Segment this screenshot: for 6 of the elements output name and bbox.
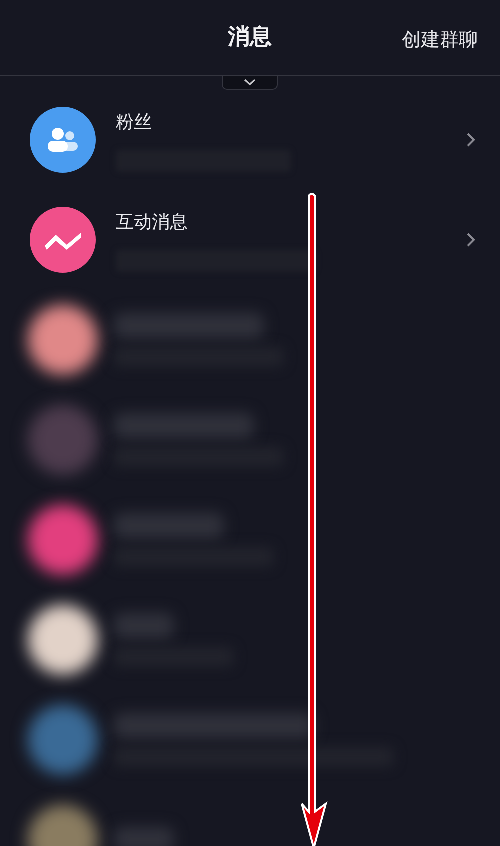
page-title: 消息 — [228, 24, 272, 52]
entry-title: 互动消息 — [116, 210, 189, 234]
message-entry-row[interactable]: 互动消息 — [0, 190, 500, 290]
message-entry-row[interactable]: 粉丝 — [0, 90, 500, 190]
entry-title: 粉丝 — [116, 110, 153, 134]
create-group-chat-button[interactable]: 创建群聊 — [402, 26, 478, 54]
